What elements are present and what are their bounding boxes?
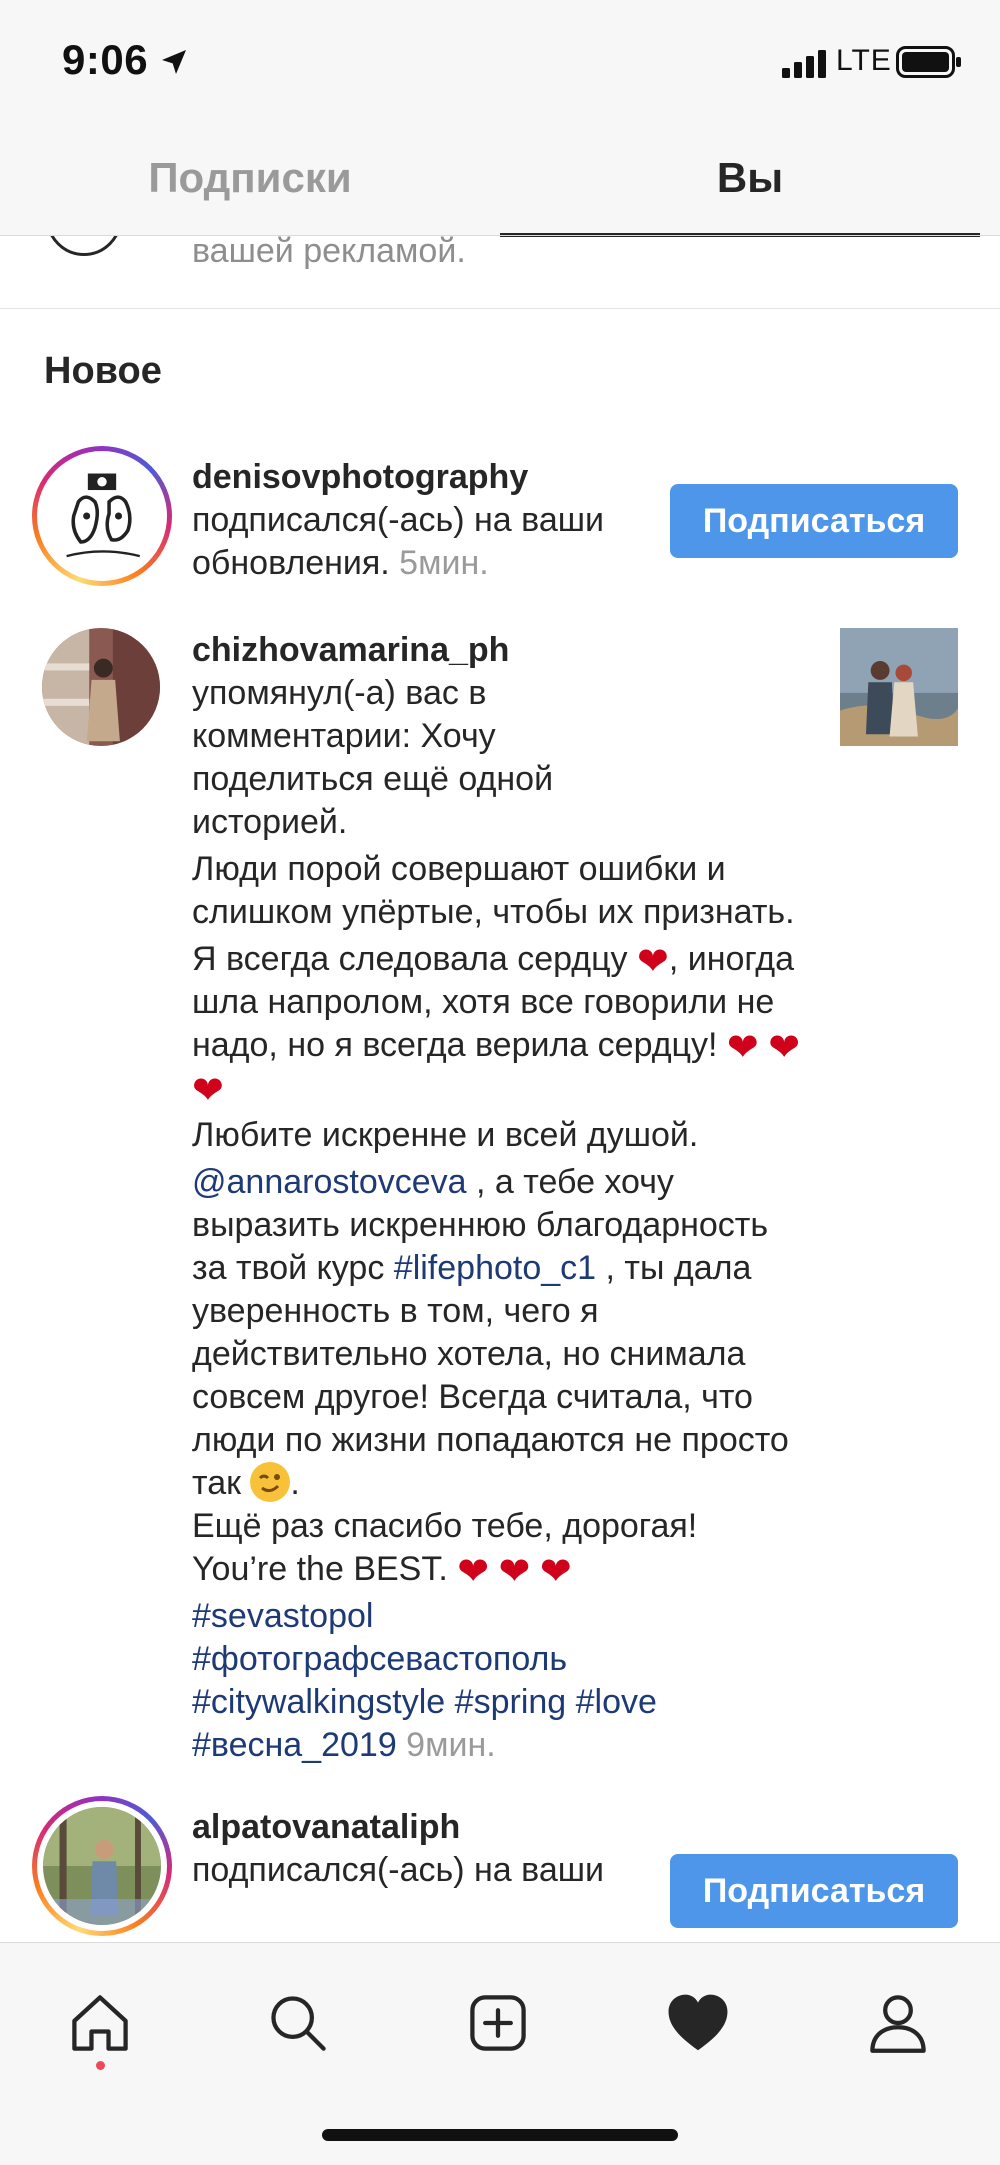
search-icon[interactable] [258, 1983, 338, 2063]
profile-photo [43, 1807, 161, 1925]
username-link[interactable]: chizhovamarina_ph [192, 631, 509, 669]
timestamp: 9мин. [396, 1726, 496, 1764]
divider [0, 308, 1000, 309]
notification-text: alpatovanataliph подписался(-ась) на ваш… [192, 1806, 622, 1892]
avatar[interactable] [42, 628, 160, 746]
hashtag-link[interactable]: #citywalkingstyle [192, 1683, 445, 1721]
new-post-icon[interactable] [458, 1983, 538, 2063]
signal-icon [782, 50, 826, 78]
hashtag-link[interactable]: #весна_2019 [192, 1726, 397, 1764]
comment-paragraph: Ещё раз спасибо тебе, дорогая! [192, 1507, 698, 1545]
timestamp: 5мин. [389, 544, 489, 582]
notification-text: denisovphotography подписался(-ась) на в… [192, 456, 652, 585]
bottom-nav [0, 1942, 1000, 2165]
avatar[interactable] [32, 446, 172, 586]
divider [0, 235, 1000, 236]
username-link[interactable]: alpatovanataliph [192, 1806, 622, 1849]
home-indicator [322, 2129, 678, 2141]
location-arrow-icon [162, 50, 186, 74]
post-photo [840, 628, 958, 746]
comment-text: Я всегда следовала сердцу [192, 940, 637, 978]
comment-paragraph: You’re the BEST. ❤ ❤ ❤ [192, 1548, 822, 1591]
heart-emoji: ❤ [498, 1551, 531, 1593]
comment-paragraph: @annarostovceva , а тебе хочу выразить и… [192, 1161, 792, 1505]
heart-emoji: ❤ [768, 1027, 801, 1069]
notification-text: chizhovamarina_ph упомянул(-а) вас в ком… [192, 629, 822, 1767]
hashtag-link[interactable]: #lifephoto_c1 [394, 1249, 596, 1287]
wink-emoji [250, 1462, 291, 1502]
comment-text: упомянул(-а) вас в комментарии: Хочу под… [192, 674, 554, 841]
comment-text: . [290, 1464, 300, 1502]
denisov-logo [43, 457, 161, 575]
hashtag-link[interactable]: #sevastopol [192, 1597, 373, 1635]
comment-text: You’re the BEST. [192, 1550, 458, 1588]
comment-paragraph: Я всегда следовала сердцу ❤, иногда шла … [192, 938, 822, 1110]
hashtag-list: #sevastopol #фотографсевастополь #citywa… [192, 1595, 792, 1767]
status-time: 9:06 [62, 36, 149, 83]
activity-tabs: Подписки Вы [0, 120, 1000, 237]
avatar[interactable] [32, 1796, 172, 1936]
follow-button[interactable]: Подписаться [670, 484, 958, 558]
heart-emoji: ❤ [726, 1027, 759, 1069]
home-icon[interactable] [60, 1983, 140, 2063]
battery-icon [896, 46, 961, 78]
status-bar: 9:06 LTE [0, 0, 1000, 120]
notification-text-partial: вашей рекламой. [192, 232, 466, 270]
username-link[interactable]: denisovphotography [192, 458, 528, 496]
hashtag-link[interactable]: #love [576, 1683, 657, 1721]
comment-paragraph: Любите искренне и всей душой. [192, 1116, 699, 1154]
hashtag-link[interactable]: #spring [455, 1683, 567, 1721]
section-title: Новое [44, 350, 162, 392]
activity-heart-icon[interactable] [658, 1983, 738, 2063]
profile-icon[interactable] [858, 1983, 938, 2063]
tab-following[interactable]: Подписки [0, 120, 500, 236]
heart-emoji: ❤ [192, 1070, 224, 1112]
heart-emoji: ❤ [637, 941, 669, 983]
network-label: LTE [836, 44, 892, 77]
tab-you[interactable]: Вы [500, 120, 1000, 236]
top-bar: 9:06 LTE Подписки Вы [0, 0, 1000, 237]
follow-button[interactable]: Подписаться [670, 1854, 958, 1928]
heart-emoji: ❤ [539, 1551, 572, 1593]
profile-photo [42, 628, 160, 746]
notification-dot [96, 2061, 105, 2070]
mention-link[interactable]: @annarostovceva [192, 1163, 467, 1201]
notification-action: подписался(-ась) на ваши [192, 1851, 605, 1889]
comment-paragraph: Люди порой совершают ошибки и слишком уп… [192, 850, 795, 931]
comment-intro: chizhovamarina_ph упомянул(-а) вас в ком… [192, 629, 652, 844]
post-thumbnail[interactable] [840, 628, 958, 746]
heart-emoji: ❤ [457, 1551, 490, 1593]
hashtag-link[interactable]: #фотографсевастополь [192, 1640, 567, 1678]
